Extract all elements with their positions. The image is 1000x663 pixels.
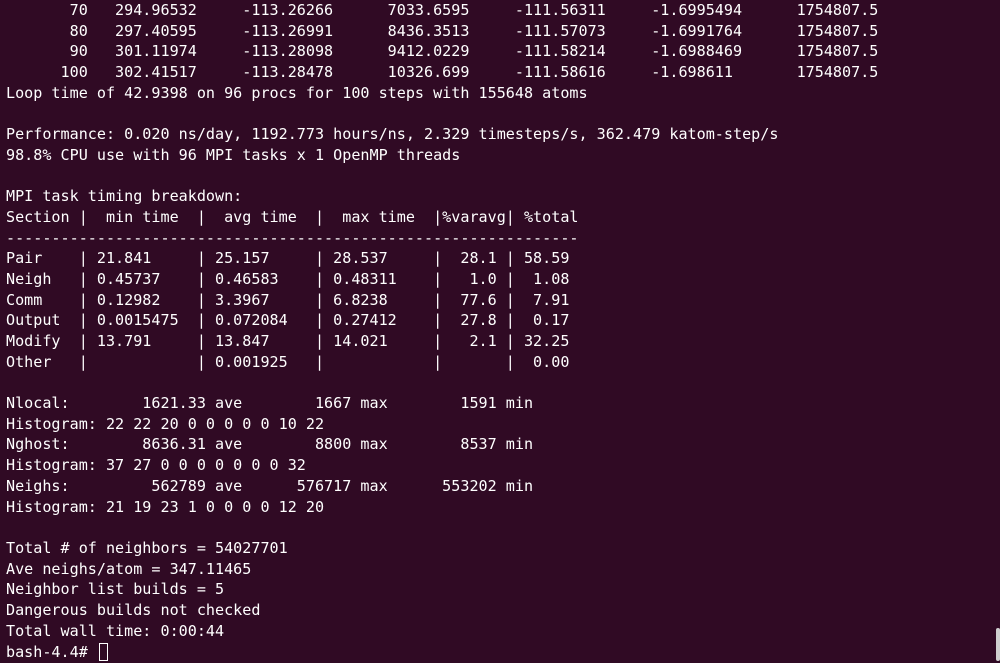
output-line: 70 294.96532 -113.26266 7033.6595 -111.5…	[6, 1, 879, 19]
output-line: Other | | 0.001925 | | | 0.00	[6, 352, 570, 371]
shell-prompt: bash-4.4#	[6, 642, 97, 661]
output-line: Total # of neighbors = 54027701	[6, 538, 288, 557]
output-line: 100 302.41517 -113.28478 10326.699 -111.…	[6, 63, 879, 82]
output-line: Neighs: 562789 ave 576717 max 553202 min	[6, 476, 534, 495]
output-line: Nghost: 8636.31 ave 8800 max 8537 min	[6, 435, 534, 454]
output-line: ----------------------------------------…	[6, 228, 579, 247]
output-line: Histogram: 21 19 23 1 0 0 0 0 12 20	[6, 497, 325, 516]
output-line: Dangerous builds not checked	[6, 600, 261, 619]
output-line: Total wall time: 0:00:44	[6, 621, 225, 640]
output-line: Section | min time | avg time | max time…	[6, 207, 579, 226]
output-line: 90 301.11974 -113.28098 9412.0229 -111.5…	[6, 42, 879, 61]
output-line: Pair | 21.841 | 25.157 | 28.537 | 28.1 |…	[6, 249, 570, 268]
output-line: Neighbor list builds = 5	[6, 580, 225, 599]
output-line: Nlocal: 1621.33 ave 1667 max 1591 min	[6, 394, 534, 413]
scrollbar-thumb[interactable]	[996, 628, 1000, 661]
text-cursor	[98, 643, 108, 662]
output-line: 80 297.40595 -113.26991 8436.3513 -111.5…	[6, 21, 879, 40]
prompt-line[interactable]: bash-4.4#	[6, 641, 1000, 663]
output-line: Histogram: 37 27 0 0 0 0 0 0 0 32	[6, 456, 306, 475]
output-line: Histogram: 22 22 20 0 0 0 0 0 10 22	[6, 414, 325, 433]
output-line: MPI task timing breakdown:	[6, 187, 243, 206]
output-line: Ave neighs/atom = 347.11465	[6, 559, 252, 578]
output-line: Modify | 13.791 | 13.847 | 14.021 | 2.1 …	[6, 332, 570, 350]
output-line: Neigh | 0.45737 | 0.46583 | 0.48311 | 1.…	[6, 269, 570, 288]
output-line: Loop time of 42.9398 on 96 procs for 100…	[6, 83, 588, 102]
output-line: Comm | 0.12982 | 3.3967 | 6.8238 | 77.6 …	[6, 290, 570, 309]
terminal-window[interactable]: 70 294.96532 -113.26266 7033.6595 -111.5…	[0, 0, 1000, 663]
output-line: 98.8% CPU use with 96 MPI tasks x 1 Open…	[6, 145, 461, 164]
output-line: Performance: 0.020 ns/day, 1192.773 hour…	[6, 125, 779, 144]
output-line: Output | 0.0015475 | 0.072084 | 0.27412 …	[6, 311, 570, 330]
